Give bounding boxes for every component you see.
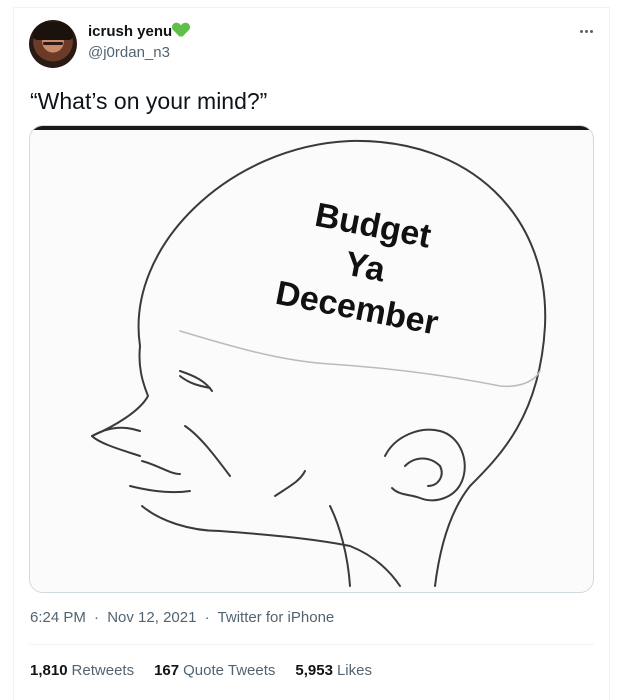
tweet-date[interactable]: Nov 12, 2021 bbox=[107, 609, 196, 626]
meta-separator: · bbox=[204, 609, 210, 626]
likes-count: 5,953 bbox=[295, 662, 333, 679]
green-heart-icon bbox=[173, 23, 189, 38]
quote-tweets-stat[interactable]: 167 Quote Tweets bbox=[154, 662, 275, 679]
avatar-eyes bbox=[43, 42, 63, 45]
retweets-label: Retweets bbox=[71, 662, 135, 679]
retweets-count: 1,810 bbox=[30, 662, 68, 679]
avatar[interactable] bbox=[29, 20, 77, 68]
divider bbox=[29, 644, 594, 645]
tweet-time[interactable]: 6:24 PM bbox=[30, 609, 86, 626]
more-dot bbox=[589, 29, 593, 33]
tweet-source[interactable]: Twitter for iPhone bbox=[218, 609, 335, 626]
tweet-stats: 1,810 Retweets 167 Quote Tweets 5,953 Likes bbox=[30, 662, 372, 679]
meta-separator: · bbox=[94, 609, 100, 626]
likes-label: Likes bbox=[336, 662, 372, 679]
display-name[interactable]: icrush yenu bbox=[88, 23, 189, 40]
user-handle[interactable]: @j0rdan_n3 bbox=[88, 44, 170, 61]
avatar-hair bbox=[33, 22, 73, 40]
more-dot bbox=[579, 29, 583, 33]
quote-tweets-count: 167 bbox=[154, 662, 180, 679]
tweet-media-image[interactable]: Budget Ya December bbox=[29, 125, 594, 593]
retweets-stat[interactable]: 1,810 Retweets bbox=[30, 662, 134, 679]
more-options-icon[interactable] bbox=[576, 26, 596, 36]
likes-stat[interactable]: 5,953 Likes bbox=[295, 662, 372, 679]
display-name-text: icrush yenu bbox=[88, 23, 173, 40]
tweet-meta: 6:24 PM · Nov 12, 2021 · Twitter for iPh… bbox=[30, 609, 334, 626]
quote-tweets-label: Quote Tweets bbox=[183, 662, 276, 679]
tweet-text: “What’s on your mind?” bbox=[30, 88, 268, 114]
more-dot bbox=[584, 29, 588, 33]
